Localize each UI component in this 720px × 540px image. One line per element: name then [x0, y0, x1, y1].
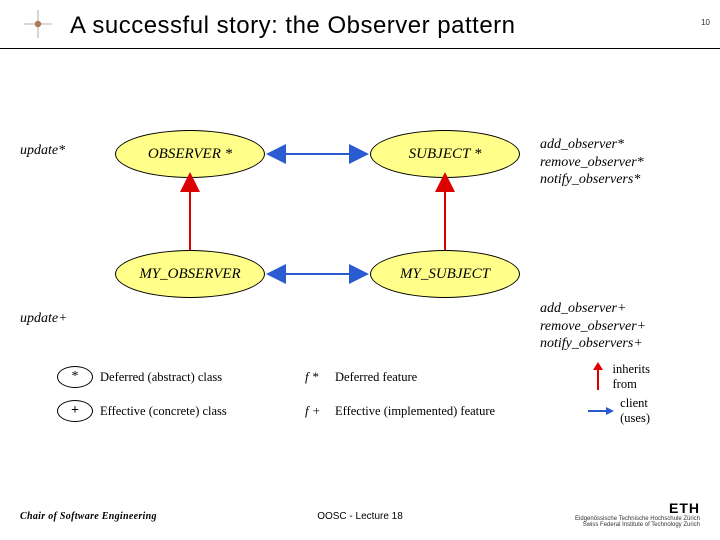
- legend-row-effective: + Effective (concrete) class f + Effecti…: [50, 394, 690, 428]
- label-subject-effective-features: add_observer+ remove_observer+ notify_ob…: [540, 300, 646, 353]
- slide-header: A successful story: the Observer pattern: [0, 0, 720, 49]
- legend-effective-ellipse: +: [50, 400, 100, 422]
- node-observer-label: OBSERVER *: [148, 146, 232, 163]
- page-title: A successful story: the Observer pattern: [70, 12, 720, 40]
- node-my-subject: MY_SUBJECT: [370, 250, 520, 298]
- legend-f-deferred-sym: f *: [305, 369, 335, 385]
- bullet-icon: [24, 10, 52, 38]
- legend-inherits: inherits from: [540, 362, 650, 392]
- legend-f-effective-label: Effective (implemented) feature: [335, 404, 540, 419]
- node-my-observer: MY_OBSERVER: [115, 250, 265, 298]
- legend: * Deferred (abstract) class f * Deferred…: [50, 360, 690, 428]
- legend-row-deferred: * Deferred (abstract) class f * Deferred…: [50, 360, 690, 394]
- client-arrow-icon: [586, 404, 614, 418]
- slide-number: 10: [701, 18, 710, 27]
- legend-f-effective-sym: f +: [305, 403, 335, 419]
- node-subject: SUBJECT *: [370, 130, 520, 178]
- inherits-arrow-icon: [589, 362, 607, 392]
- node-my-subject-label: MY_SUBJECT: [400, 266, 490, 283]
- eth-sub-2: Swiss Federal Institute of Technology Zu…: [575, 522, 700, 528]
- node-my-observer-label: MY_OBSERVER: [139, 266, 240, 283]
- eth-logo-text: ETH: [575, 500, 700, 516]
- label-update-effective: update+: [20, 310, 68, 328]
- legend-client: client (uses): [540, 396, 650, 426]
- label-update-deferred: update*: [20, 142, 65, 160]
- legend-effective-class-label: Effective (concrete) class: [100, 404, 305, 419]
- footer-logo: ETH Eidgenössische Technische Hochschule…: [575, 500, 700, 528]
- node-observer: OBSERVER *: [115, 130, 265, 178]
- legend-f-deferred-label: Deferred feature: [335, 370, 540, 385]
- legend-deferred-class-label: Deferred (abstract) class: [100, 370, 305, 385]
- legend-deferred-ellipse: *: [50, 366, 100, 388]
- label-subject-deferred-features: add_observer* remove_observer* notify_ob…: [540, 136, 644, 189]
- node-subject-label: SUBJECT *: [409, 146, 482, 163]
